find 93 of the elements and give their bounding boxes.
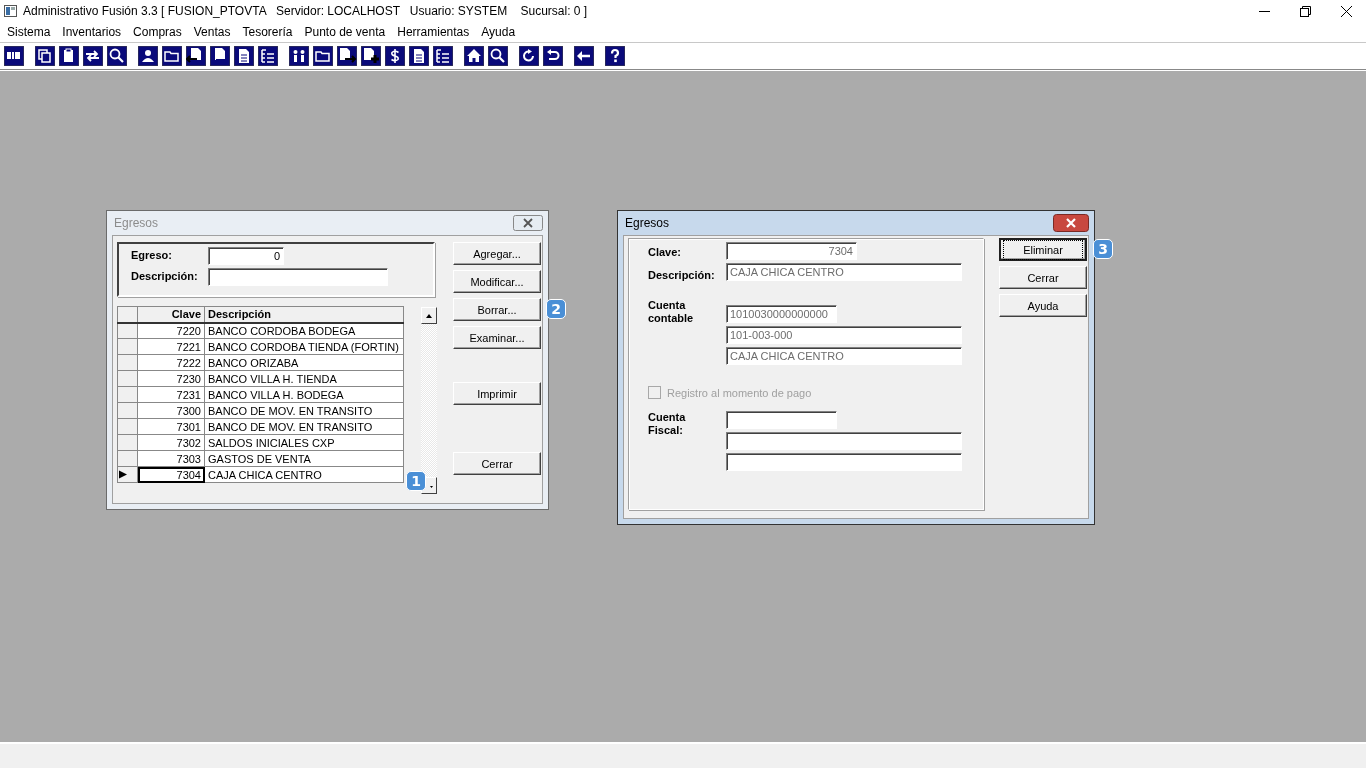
help-icon[interactable] (605, 46, 625, 66)
dialog-title: Egresos (114, 216, 160, 230)
field-label: Cuenta contable (648, 299, 695, 325)
folder-icon[interactable] (162, 46, 182, 66)
field-label: Descripción: (648, 269, 715, 281)
input-field[interactable]: CAJA CHICA CENTRO (726, 347, 962, 365)
restore-icon[interactable] (1300, 5, 1311, 17)
table-cell: BANCO CORDOBA TIENDA (FORTIN) (204, 338, 404, 355)
refresh-icon[interactable] (519, 46, 539, 66)
dialog-button[interactable]: Ayuda (999, 294, 1087, 317)
header-cell (117, 306, 138, 323)
close-icon[interactable] (1341, 5, 1352, 17)
dialog-button[interactable]: Agregar... (453, 242, 541, 265)
table-cell: 7304 (137, 466, 205, 483)
table-cell: BANCO VILLA H. BODEGA (204, 386, 404, 403)
menu-item[interactable]: Herramientas (391, 25, 476, 39)
dialog-button[interactable]: Modificar... (453, 270, 541, 293)
dialog-button[interactable]: Cerrar (999, 266, 1087, 289)
menu-item[interactable]: Compras (127, 25, 188, 39)
person-icon[interactable] (138, 46, 158, 66)
clipboard-icon[interactable] (59, 46, 79, 66)
field-label: Descripción: (131, 270, 198, 282)
document-arrow-icon[interactable] (337, 46, 357, 66)
app-icon (4, 5, 17, 17)
table-cell: 7300 (137, 402, 205, 419)
input-field[interactable]: 7304 (726, 242, 857, 260)
menu-item[interactable]: Punto de venta (298, 25, 392, 39)
input-field[interactable] (208, 268, 388, 286)
dialog-title: Egresos (625, 216, 671, 230)
close-icon[interactable] (1053, 214, 1089, 232)
table-cell: 7231 (137, 386, 205, 403)
menu-item[interactable]: Ventas (187, 25, 237, 39)
table-cell: GASTOS DE VENTA (204, 450, 404, 467)
table-cell: CAJA CHICA CENTRO (204, 466, 404, 483)
close-icon[interactable] (513, 215, 543, 231)
document-icon[interactable] (234, 46, 254, 66)
checkbox-label: Registro al momento de pago (667, 386, 812, 399)
field-label: Cuenta Fiscal: (648, 411, 687, 437)
input-field[interactable] (726, 453, 962, 471)
dollar-icon[interactable] (385, 46, 405, 66)
swap-arrows-icon[interactable] (83, 46, 103, 66)
table-cell: 7303 (137, 450, 205, 467)
table-cell: 7230 (137, 370, 205, 387)
left-arrow-icon[interactable] (574, 46, 594, 66)
table-cell: BANCO DE MOV. EN TRANSITO (204, 418, 404, 435)
input-field[interactable]: 1010030000000000 (726, 305, 837, 323)
dialog-button[interactable]: Examinar... (453, 326, 541, 349)
dialog-button[interactable]: Eliminar (999, 238, 1087, 261)
table-cell: 7222 (137, 354, 205, 371)
menu-item[interactable]: Sistema (1, 25, 57, 39)
table-cell: 7221 (137, 338, 205, 355)
menu-item[interactable]: Inventarios (56, 25, 128, 39)
dialog-button[interactable]: Cerrar (453, 452, 541, 475)
column-header[interactable]: Descripción (204, 306, 404, 323)
document-icon[interactable] (409, 46, 429, 66)
people-icon[interactable] (289, 46, 309, 66)
search-icon[interactable] (488, 46, 508, 66)
list-icon[interactable] (433, 46, 453, 66)
grid-icon[interactable] (4, 46, 24, 66)
input-field[interactable]: 0 (208, 247, 284, 265)
document-plus-icon[interactable] (361, 46, 381, 66)
input-field[interactable]: 101-003-000 (726, 326, 962, 344)
window-title: Administrativo Fusión 3.3 [ FUSION_PTOVTA Servidor: LOCALHOST Usuario: SYSTEM Sucursal: 0 ] (23, 4, 588, 18)
search-icon[interactable] (107, 46, 127, 66)
undo-icon[interactable] (543, 46, 563, 66)
table-cell: BANCO ORIZABA (204, 354, 404, 371)
current-row-icon (118, 470, 128, 479)
home-icon[interactable] (464, 46, 484, 66)
table-cell: SALDOS INICIALES CXP (204, 434, 404, 451)
scrollbar[interactable] (421, 307, 437, 494)
table-cell: BANCO CORDOBA BODEGA (204, 322, 404, 339)
dialog-button[interactable]: Imprimir (453, 382, 541, 405)
table-cell: BANCO DE MOV. EN TRANSITO (204, 402, 404, 419)
table-cell: 7301 (137, 418, 205, 435)
document-arrow-icon[interactable] (186, 46, 206, 66)
callout-badge: 1 (406, 471, 426, 491)
table-cell: BANCO VILLA H. TIENDA (204, 370, 404, 387)
callout-badge: 2 (546, 299, 566, 319)
input-field[interactable]: CAJA CHICA CENTRO (726, 263, 962, 281)
table-cell: 7220 (137, 322, 205, 339)
folder-icon[interactable] (313, 46, 333, 66)
list-icon[interactable] (258, 46, 278, 66)
callout-badge: 3 (1093, 239, 1113, 259)
input-field[interactable] (726, 432, 962, 450)
column-header[interactable]: Clave (137, 306, 205, 323)
menu-item[interactable]: Tesorería (236, 25, 299, 39)
table-cell: 7302 (137, 434, 205, 451)
field-label: Clave: (648, 246, 682, 258)
dialog-button[interactable]: Borrar... (453, 298, 541, 321)
copy-icon[interactable] (35, 46, 55, 66)
field-label: Egreso: (131, 249, 172, 261)
input-field[interactable] (726, 411, 837, 429)
menu-item[interactable]: Ayuda (475, 25, 522, 39)
